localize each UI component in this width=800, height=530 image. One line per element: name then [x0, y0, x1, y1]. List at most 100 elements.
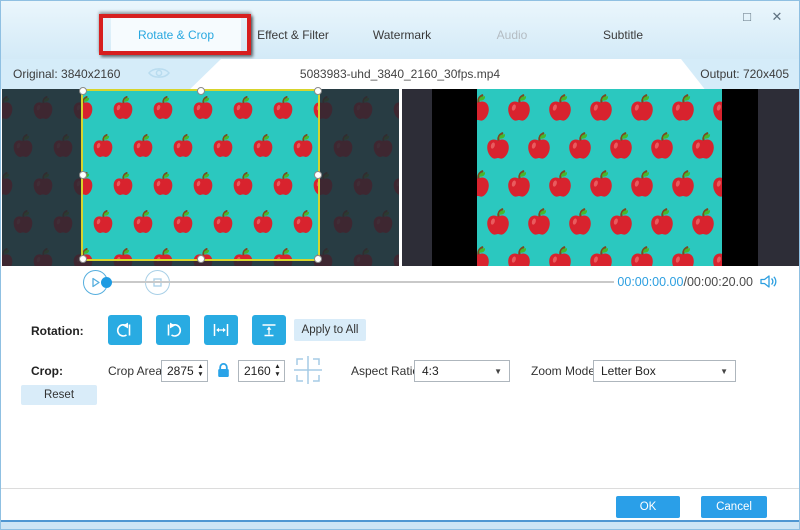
seek-bar[interactable] — [103, 281, 614, 283]
seek-thumb[interactable] — [101, 277, 112, 288]
ok-button[interactable]: OK — [616, 496, 680, 518]
crop-area-label: Crop Area: — [108, 364, 165, 378]
crop-height-stepper[interactable]: ▲ ▼ — [271, 363, 284, 379]
crop-handle-n[interactable] — [197, 87, 205, 95]
apple-emoji — [668, 245, 698, 266]
apple-emoji — [606, 207, 636, 237]
settings-panel: Rotation: — [1, 299, 799, 488]
apply-to-all-button[interactable]: Apply to All — [294, 319, 366, 341]
apple-emoji — [524, 131, 554, 161]
dim-overlay-left — [2, 89, 81, 266]
tab-effect-filter[interactable]: Effect & Filter — [233, 15, 353, 55]
volume-icon[interactable] — [759, 273, 778, 295]
rotate-right-button[interactable] — [156, 315, 190, 345]
apple-emoji — [709, 93, 722, 123]
output-video-frame — [477, 89, 722, 266]
crop-handle-sw[interactable] — [79, 255, 87, 263]
original-resolution-badge: Original: 3840x2160 — [1, 59, 221, 89]
crop-handle-e[interactable] — [314, 171, 322, 179]
apple-emoji — [477, 93, 493, 123]
tab-rotate-crop[interactable]: Rotate & Crop — [111, 15, 241, 55]
apple-emoji — [606, 131, 636, 161]
rotate-left-button[interactable] — [108, 315, 142, 345]
crop-width-value[interactable]: 2875 — [162, 364, 194, 378]
current-time: 00:00:00.00 — [617, 275, 683, 289]
rotation-label: Rotation: — [31, 324, 84, 338]
aspect-ratio-label: Aspect Ratio: — [351, 364, 422, 378]
apple-emoji — [483, 131, 513, 161]
apple-emoji — [524, 207, 554, 237]
chevron-down-icon: ▼ — [494, 367, 509, 376]
crop-position-crosshair-icon[interactable] — [294, 356, 322, 389]
player-controls: 00:00:00.00/00:00:20.00 — [1, 266, 799, 299]
timestamp: 00:00:00.00/00:00:20.00 — [571, 275, 753, 289]
apple-emoji — [627, 93, 657, 123]
tab-bar: Rotate & Crop Effect & Filter Watermark … — [1, 1, 799, 59]
close-icon[interactable]: ✕ — [769, 9, 785, 25]
window-bottom-border — [1, 520, 799, 529]
apple-emoji — [688, 131, 718, 161]
original-resolution-label: Original: 3840x2160 — [13, 67, 120, 81]
apple-emoji — [477, 169, 493, 199]
crop-width-input[interactable]: 2875 ▲ ▼ — [161, 360, 208, 382]
source-preview-panel — [2, 89, 399, 266]
crop-height-value[interactable]: 2160 — [239, 364, 271, 378]
lock-aspect-icon[interactable] — [216, 362, 231, 384]
apple-emoji — [668, 93, 698, 123]
info-bar: 5083983-uhd_3840_2160_30fps.mp4 Original… — [1, 59, 799, 89]
apple-emoji — [627, 169, 657, 199]
stepper-up-icon[interactable]: ▲ — [197, 363, 203, 371]
aspect-ratio-value: 4:3 — [415, 364, 494, 378]
stepper-down-icon[interactable]: ▼ — [197, 371, 203, 379]
apple-emoji — [504, 93, 534, 123]
apple-emoji — [627, 245, 657, 266]
crop-handle-w[interactable] — [79, 171, 87, 179]
apple-emoji — [647, 207, 677, 237]
crop-selection-frame[interactable] — [81, 89, 320, 261]
crop-handle-ne[interactable] — [314, 87, 322, 95]
apple-emoji — [545, 245, 575, 266]
apple-emoji — [504, 169, 534, 199]
apple-emoji — [586, 93, 616, 123]
zoom-mode-value: Letter Box — [594, 364, 720, 378]
dim-overlay-right — [320, 89, 399, 266]
preview-area — [1, 89, 799, 266]
apple-emoji — [565, 131, 595, 161]
apple-emoji — [545, 169, 575, 199]
crop-handle-nw[interactable] — [79, 87, 87, 95]
crop-width-stepper[interactable]: ▲ ▼ — [194, 363, 207, 379]
apple-emoji — [668, 169, 698, 199]
crop-height-input[interactable]: 2160 ▲ ▼ — [238, 360, 285, 382]
apple-emoji — [688, 207, 718, 237]
tab-audio[interactable]: Audio — [456, 15, 568, 55]
apple-emoji — [565, 207, 595, 237]
tab-watermark[interactable]: Watermark — [346, 15, 458, 55]
tab-subtitle[interactable]: Subtitle — [567, 15, 679, 55]
apple-emoji — [504, 245, 534, 266]
apple-emoji — [709, 245, 722, 266]
apple-emoji — [545, 93, 575, 123]
apple-emoji — [709, 169, 722, 199]
aspect-ratio-dropdown[interactable]: 4:3 ▼ — [414, 360, 510, 382]
stepper-up-icon[interactable]: ▲ — [274, 363, 280, 371]
preview-eye-icon[interactable] — [148, 66, 170, 83]
output-preview-panel — [402, 89, 800, 266]
apple-emoji — [647, 131, 677, 161]
maximize-icon[interactable]: □ — [739, 9, 755, 24]
chevron-down-icon: ▼ — [720, 367, 735, 376]
crop-handle-s[interactable] — [197, 255, 205, 263]
zoom-mode-label: Zoom Mode: — [531, 364, 598, 378]
apple-emoji — [483, 207, 513, 237]
cancel-button[interactable]: Cancel — [701, 496, 767, 518]
total-duration: 00:00:20.00 — [687, 275, 753, 289]
zoom-mode-dropdown[interactable]: Letter Box ▼ — [593, 360, 736, 382]
flip-vertical-button[interactable] — [252, 315, 286, 345]
apple-emoji — [477, 245, 493, 266]
rotate-crop-dialog: Rotate & Crop Effect & Filter Watermark … — [0, 0, 800, 530]
flip-horizontal-button[interactable] — [204, 315, 238, 345]
apple-emoji — [586, 245, 616, 266]
output-resolution-label: Output: 720x405 — [700, 67, 789, 81]
crop-handle-se[interactable] — [314, 255, 322, 263]
stepper-down-icon[interactable]: ▼ — [274, 371, 280, 379]
reset-button[interactable]: Reset — [21, 385, 97, 405]
